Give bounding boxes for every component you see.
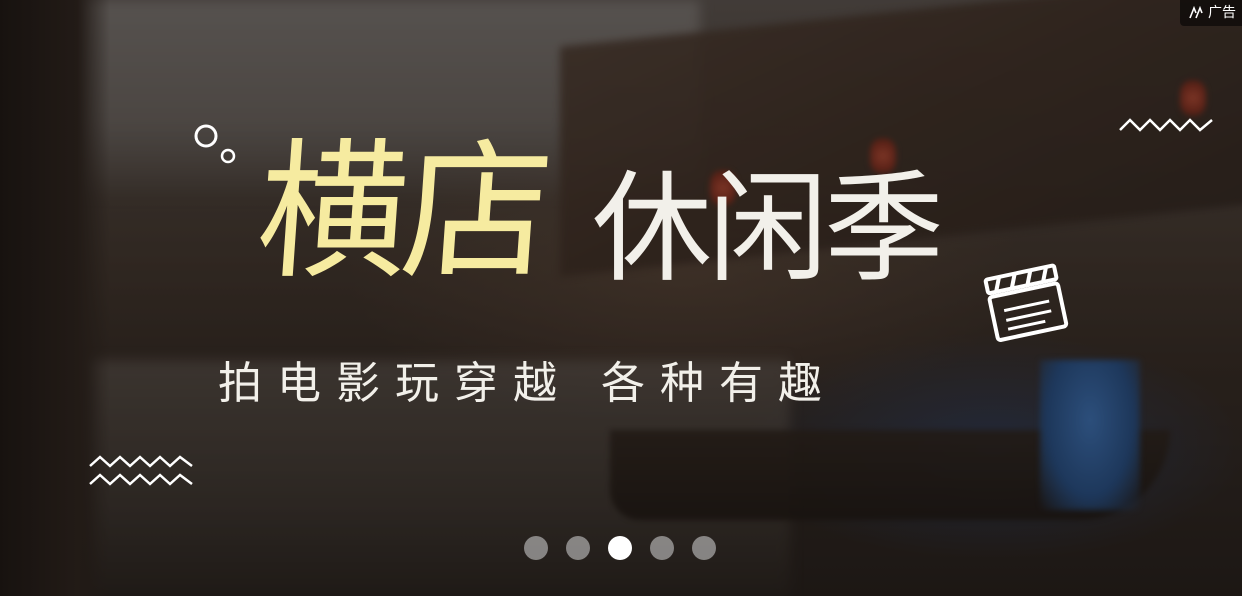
ad-logo-icon: [1189, 6, 1203, 19]
carousel-dot[interactable]: [524, 536, 548, 560]
zigzag-icon: [1119, 118, 1213, 132]
carousel-dot[interactable]: [692, 536, 716, 560]
carousel-dot-active[interactable]: [608, 536, 632, 560]
banner-tagline: 拍电影玩穿越 各种有趣: [218, 358, 837, 409]
carousel-indicator: [524, 536, 716, 560]
clapperboard-icon: [983, 263, 1069, 342]
zigzag-icon: [89, 455, 193, 486]
ad-badge: 广告: [1180, 0, 1242, 26]
circles-icon: [194, 124, 236, 164]
ad-banner[interactable]: 横店 休闲季 拍电影玩穿越 各种有趣 广告: [0, 0, 1242, 596]
banner-title-sub: 休闲季: [592, 160, 944, 299]
carousel-dot[interactable]: [650, 536, 674, 560]
banner-title-main: 横店: [251, 126, 553, 300]
ad-label: 广告: [1208, 5, 1236, 21]
carousel-dot[interactable]: [566, 536, 590, 560]
